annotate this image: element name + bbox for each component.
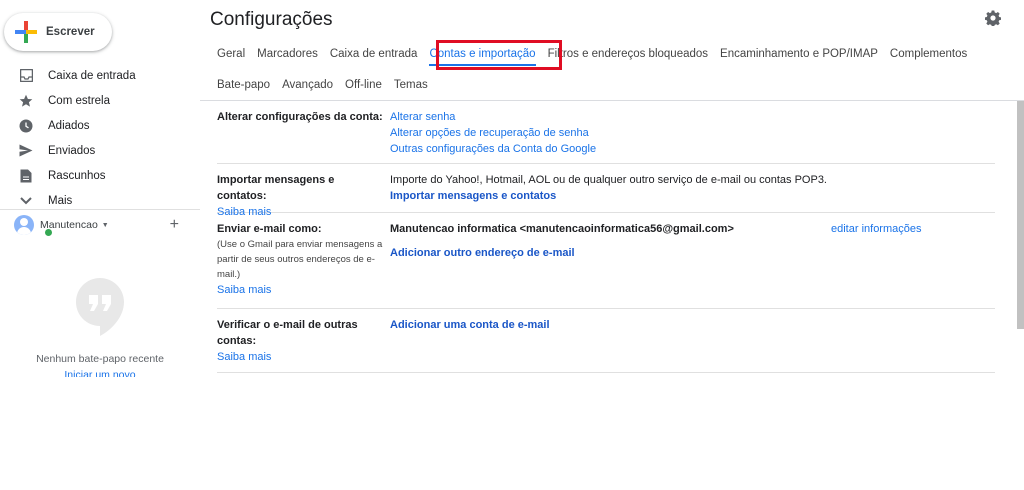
tab-general[interactable]: Geral — [210, 48, 251, 60]
add-mail-account-link[interactable]: Adicionar uma conta de e-mail — [390, 317, 550, 333]
sidebar-item-snoozed[interactable]: Adiados — [0, 113, 200, 138]
google-account-settings-link[interactable]: Outras configurações da Conta do Google — [390, 141, 596, 157]
row-title: Verificar o e-mail de outras contas: — [217, 319, 358, 347]
sidebar-item-label: Com estrela — [48, 94, 110, 107]
tab-labels[interactable]: Marcadores — [251, 48, 324, 60]
sidebar-item-label: Adiados — [48, 119, 90, 132]
chevron-down-icon — [19, 194, 33, 208]
settings-row-change-account: Alterar configurações da conta: Alterar … — [217, 101, 995, 164]
hangouts-account[interactable]: Manutencao ▼ + — [14, 214, 189, 237]
tab-addons[interactable]: Complementos — [884, 48, 973, 60]
scrollbar[interactable] — [1017, 101, 1024, 329]
edit-info-link[interactable]: editar informações — [831, 221, 922, 237]
settings-row-import: Importar mensagens e contatos: Saiba mai… — [217, 164, 995, 218]
sidebar: Escrever Caixa de entrada Com estrela Ad… — [0, 0, 200, 490]
sidebar-item-drafts[interactable]: Rascunhos — [0, 163, 200, 188]
sidebar-item-inbox[interactable]: Caixa de entrada — [0, 63, 200, 88]
settings-row-send-as: Enviar e-mail como: (Use o Gmail para en… — [217, 213, 995, 309]
clock-icon — [19, 119, 33, 133]
avatar — [14, 215, 34, 235]
sender-address: Manutencao informatica <manutencaoinform… — [390, 223, 734, 235]
sidebar-item-sent[interactable]: Enviados — [0, 138, 200, 163]
compose-button[interactable]: Escrever — [4, 13, 112, 51]
row-value: Importe do Yahoo!, Hotmail, AOL ou de qu… — [390, 172, 827, 204]
add-icon[interactable]: + — [170, 214, 179, 236]
send-icon — [19, 144, 33, 158]
add-address-link[interactable]: Adicionar outro endereço de e-mail — [390, 245, 734, 261]
sidebar-item-label: Rascunhos — [48, 169, 106, 182]
row-description: (Use o Gmail para enviar mensagens a par… — [217, 239, 383, 280]
import-mail-contacts-link[interactable]: Importar mensagens e contatos — [390, 188, 827, 204]
tab-themes[interactable]: Temas — [388, 79, 434, 91]
row-title: Importar mensagens e contatos: — [217, 174, 335, 202]
online-status-icon — [44, 228, 53, 237]
tab-filters[interactable]: Filtros e endereços bloqueados — [542, 48, 714, 60]
settings-table: Alterar configurações da conta: Alterar … — [217, 101, 995, 373]
row-value: Alterar senha Alterar opções de recupera… — [390, 109, 596, 157]
sidebar-divider — [0, 209, 200, 210]
row-label: Verificar o e-mail de outras contas: Sai… — [217, 317, 385, 365]
recovery-options-link[interactable]: Alterar opções de recuperação de senha — [390, 125, 596, 141]
caret-down-icon[interactable]: ▼ — [102, 222, 109, 229]
sidebar-item-label: Mais — [48, 194, 73, 207]
sidebar-item-label: Enviados — [48, 144, 96, 157]
star-icon — [19, 94, 33, 108]
tab-chat[interactable]: Bate-papo — [210, 79, 276, 91]
learn-more-link[interactable]: Saiba mais — [217, 349, 385, 365]
draft-icon — [19, 169, 33, 183]
tab-offline[interactable]: Off-line — [339, 79, 388, 91]
settings-row-check-mail: Verificar o e-mail de outras contas: Sai… — [217, 309, 995, 373]
start-new-chat-link[interactable]: Iniciar um novo — [0, 369, 200, 377]
sidebar-item-label: Caixa de entrada — [48, 69, 136, 82]
plus-icon — [15, 21, 37, 43]
row-value: Adicionar uma conta de e-mail — [390, 317, 550, 333]
main-panel: Configurações Geral Marcadores Caixa de … — [200, 0, 1024, 490]
tabs-row-1: Geral Marcadores Caixa de entrada Contas… — [210, 42, 1010, 66]
settings-tabs: Geral Marcadores Caixa de entrada Contas… — [210, 40, 1010, 97]
import-description: Importe do Yahoo!, Hotmail, AOL ou de qu… — [390, 174, 827, 186]
row-label: Enviar e-mail como: (Use o Gmail para en… — [217, 221, 385, 298]
gear-icon[interactable] — [985, 10, 1001, 26]
sidebar-item-starred[interactable]: Com estrela — [0, 88, 200, 113]
tab-inbox[interactable]: Caixa de entrada — [324, 48, 424, 60]
row-label: Alterar configurações da conta: — [217, 109, 385, 125]
tab-accounts-import[interactable]: Contas e importação — [423, 48, 541, 66]
page-title: Configurações — [210, 9, 333, 30]
change-password-link[interactable]: Alterar senha — [390, 109, 596, 125]
row-title: Alterar configurações da conta: — [217, 111, 383, 123]
tab-forwarding[interactable]: Encaminhamento e POP/IMAP — [714, 48, 884, 60]
row-value: Manutencao informatica <manutencaoinform… — [390, 221, 734, 261]
inbox-icon — [19, 69, 33, 83]
compose-label: Escrever — [46, 26, 95, 38]
tabs-row-2: Bate-papo Avançado Off-line Temas — [210, 73, 1010, 97]
learn-more-link[interactable]: Saiba mais — [217, 282, 385, 298]
sidebar-nav: Caixa de entrada Com estrela Adiados Env… — [0, 63, 200, 213]
no-chat-text: Nenhum bate-papo recente — [36, 353, 164, 365]
tab-advanced[interactable]: Avançado — [276, 79, 339, 91]
row-title: Enviar e-mail como: — [217, 223, 322, 235]
hangouts-quote-icon — [76, 278, 124, 336]
